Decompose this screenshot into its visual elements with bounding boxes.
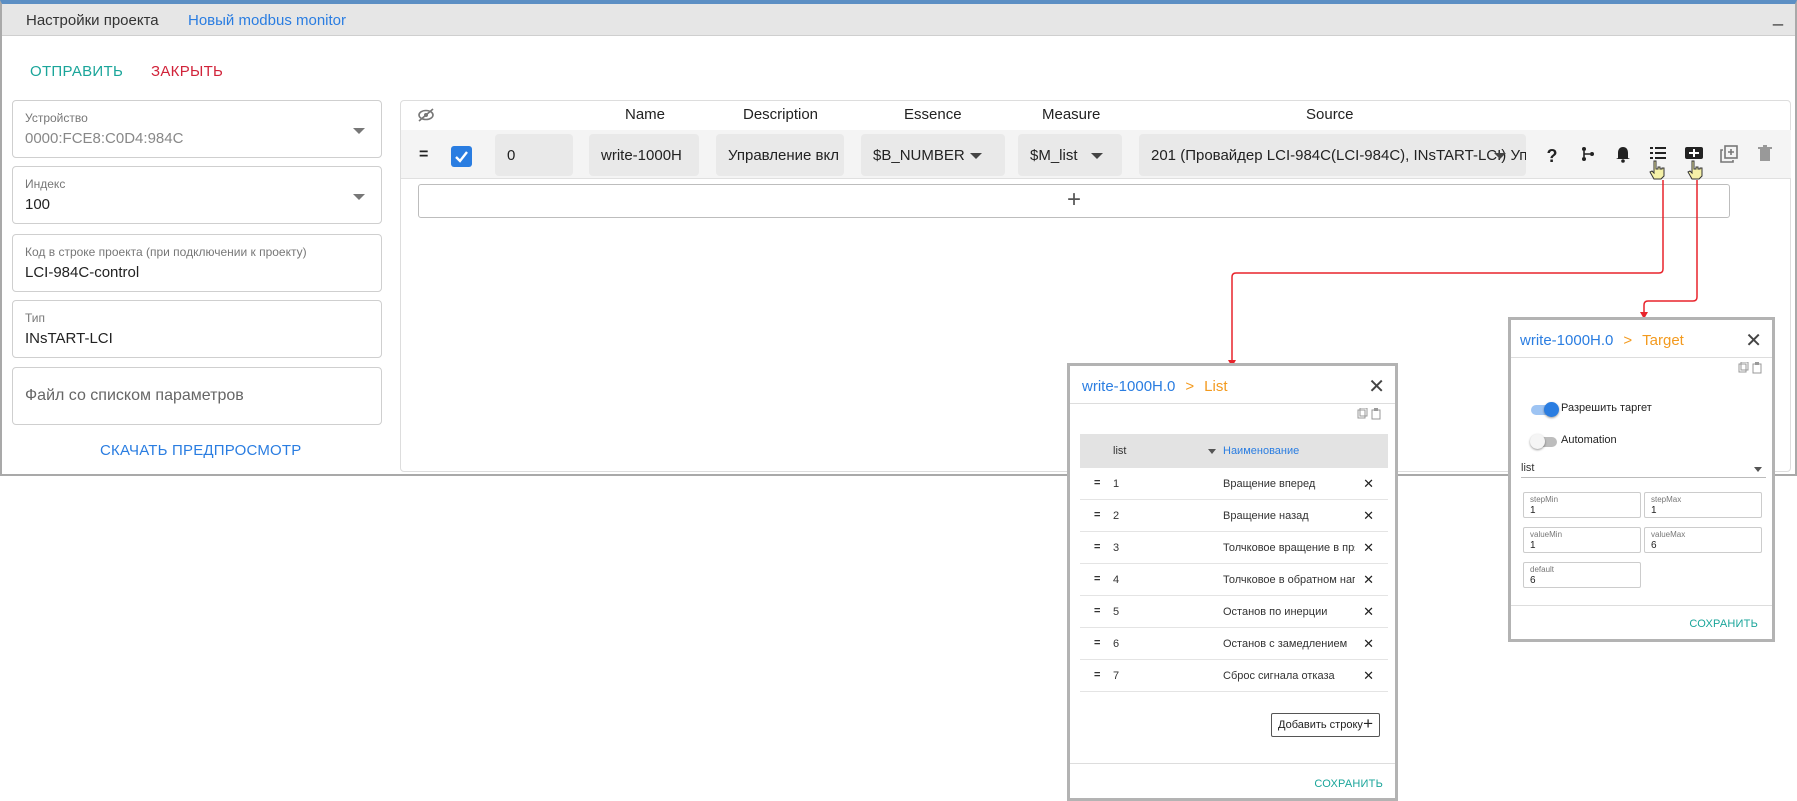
drag-handle-icon[interactable]: =: [1094, 573, 1100, 585]
list-item-name[interactable]: Останов по инерции: [1223, 606, 1355, 618]
step-max-label: stepMax: [1651, 495, 1682, 504]
default-field[interactable]: default 6: [1523, 562, 1641, 588]
list-item-name[interactable]: Вращение вперед: [1223, 478, 1355, 490]
list-table-header: list Наименование: [1080, 434, 1388, 468]
target-dialog-section: Target: [1642, 332, 1684, 349]
close-icon[interactable]: ✕: [1363, 540, 1374, 556]
chevron-right-icon: >: [1623, 332, 1633, 349]
list-name-header[interactable]: Наименование: [1223, 445, 1299, 457]
copy-paste-icon[interactable]: [1738, 361, 1764, 377]
toggle-knob: [1530, 434, 1545, 449]
divider: [1511, 605, 1772, 606]
list-key-header[interactable]: list: [1113, 445, 1126, 457]
value-max-value: 6: [1651, 540, 1657, 551]
default-label: default: [1530, 565, 1555, 574]
step-max-field[interactable]: stepMax 1: [1644, 492, 1762, 518]
divider: [1070, 403, 1395, 404]
type-select-value: list: [1521, 462, 1535, 474]
step-min-value: 1: [1530, 505, 1536, 516]
value-min-field[interactable]: valueMin 1: [1523, 527, 1641, 553]
automation-toggle[interactable]: [1530, 434, 1557, 449]
list-item: = 4 Толчковое в обратном направлении ✕: [1080, 564, 1388, 596]
plus-icon: +: [1363, 714, 1373, 733]
list-item-name[interactable]: Сброс сигнала отказа: [1223, 670, 1355, 682]
chevron-right-icon: >: [1185, 378, 1195, 395]
list-dialog-title: write-1000H.0 > List: [1082, 378, 1228, 395]
divider: [1511, 357, 1772, 358]
save-button[interactable]: СОХРАНИТЬ: [1689, 618, 1758, 630]
close-icon[interactable]: ✕: [1363, 476, 1374, 492]
divider: [1070, 763, 1395, 764]
list-item-num[interactable]: 7: [1113, 670, 1119, 682]
target-dialog: write-1000H.0 > Target ✕ Разрешить таргет …: [1508, 317, 1775, 642]
list-item-num[interactable]: 5: [1113, 606, 1119, 618]
save-button[interactable]: СОХРАНИТЬ: [1314, 778, 1383, 790]
step-max-value: 1: [1651, 505, 1657, 516]
list-item-num[interactable]: 6: [1113, 638, 1119, 650]
allow-target-label: Разрешить таргет: [1561, 402, 1652, 414]
default-value: 6: [1530, 575, 1536, 586]
drag-handle-icon[interactable]: =: [1094, 605, 1100, 617]
drag-handle-icon[interactable]: =: [1094, 477, 1100, 489]
list-dialog-section: List: [1204, 378, 1228, 395]
list-item-num[interactable]: 3: [1113, 542, 1119, 554]
close-icon[interactable]: ✕: [1363, 668, 1374, 684]
allow-target-toggle[interactable]: [1531, 402, 1559, 417]
list-item: = 6 Останов с замедлением ✕: [1080, 628, 1388, 660]
close-icon[interactable]: ✕: [1368, 374, 1385, 399]
close-icon[interactable]: ✕: [1745, 328, 1762, 353]
app-root: Настройки проекта Новый modbus monitor _…: [0, 0, 1797, 801]
target-dialog-title: write-1000H.0 > Target: [1520, 332, 1684, 349]
list-item-name[interactable]: Толчковое вращение в прямом: [1223, 542, 1355, 554]
close-icon[interactable]: ✕: [1363, 508, 1374, 524]
close-icon[interactable]: ✕: [1363, 604, 1374, 620]
drag-handle-icon[interactable]: =: [1094, 637, 1100, 649]
chevron-down-icon: [1754, 467, 1762, 472]
drag-handle-icon[interactable]: =: [1094, 669, 1100, 681]
list-item-name[interactable]: Вращение назад: [1223, 510, 1355, 522]
value-min-label: valueMin: [1530, 530, 1563, 539]
toggle-knob: [1544, 402, 1559, 417]
drag-handle-icon[interactable]: =: [1094, 541, 1100, 553]
list-item-num[interactable]: 4: [1113, 574, 1119, 586]
add-line-button[interactable]: Добавить строку +: [1271, 713, 1380, 737]
value-min-value: 1: [1530, 540, 1536, 551]
list-item: = 1 Вращение вперед ✕: [1080, 468, 1388, 500]
step-min-label: stepMin: [1530, 495, 1559, 504]
step-min-field[interactable]: stepMin 1: [1523, 492, 1641, 518]
list-item-name[interactable]: Останов с замедлением: [1223, 638, 1355, 650]
list-item-num[interactable]: 2: [1113, 510, 1119, 522]
list-item: = 7 Сброс сигнала отказа ✕: [1080, 660, 1388, 692]
close-icon[interactable]: ✕: [1363, 636, 1374, 652]
copy-paste-icon[interactable]: [1357, 407, 1383, 423]
list-item-name[interactable]: Толчковое в обратном направлении: [1223, 574, 1355, 586]
list-item-num[interactable]: 1: [1113, 478, 1119, 490]
value-max-label: valueMax: [1651, 530, 1686, 539]
list-dialog-path: write-1000H.0: [1082, 378, 1176, 395]
close-icon[interactable]: ✕: [1363, 572, 1374, 588]
target-dialog-path: write-1000H.0: [1520, 332, 1614, 349]
type-select[interactable]: list: [1521, 456, 1766, 478]
add-line-label: Добавить строку: [1278, 719, 1363, 731]
drag-handle-icon[interactable]: =: [1094, 509, 1100, 521]
automation-label: Automation: [1561, 434, 1617, 446]
value-max-field[interactable]: valueMax 6: [1644, 527, 1762, 553]
target-connector-line: [1643, 180, 1698, 314]
list-dialog: write-1000H.0 > List ✕ list Наименование =…: [1067, 363, 1398, 801]
chevron-down-icon[interactable]: [1208, 449, 1216, 454]
list-item: = 3 Толчковое вращение в прямом ✕: [1080, 532, 1388, 564]
list-item: = 2 Вращение назад ✕: [1080, 500, 1388, 532]
list-item: = 5 Останов по инерции ✕: [1080, 596, 1388, 628]
